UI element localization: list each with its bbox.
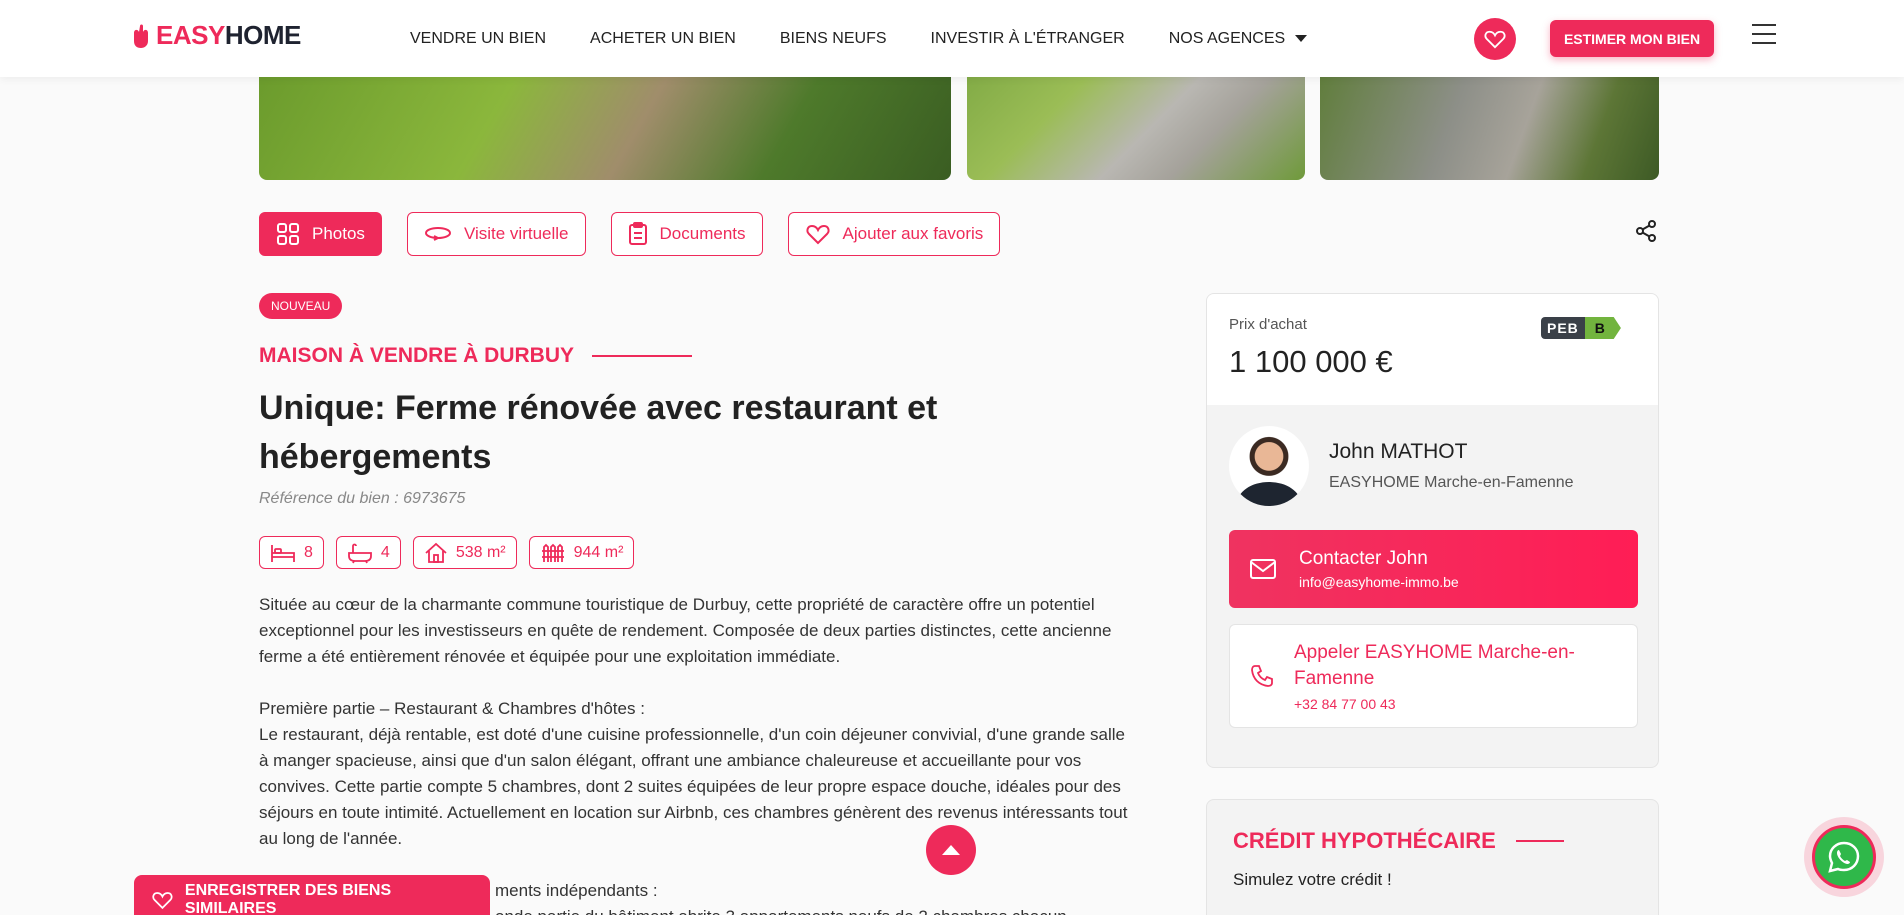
save-similar-button[interactable]: ENREGISTRER DES BIENS SIMILAIRES [134, 875, 490, 915]
property-photo-garden[interactable] [1320, 60, 1659, 180]
whatsapp-button[interactable] [1804, 817, 1884, 897]
property-photo-aerial[interactable] [967, 60, 1305, 180]
save-similar-label: ENREGISTRER DES BIENS SIMILAIRES [184, 882, 392, 915]
chevron-down-icon [1295, 35, 1308, 42]
add-favorite-button[interactable]: Ajouter aux favoris [787, 212, 1001, 256]
heart-icon [1484, 30, 1506, 49]
nav-agences-dropdown[interactable]: NOS AGENCES [1169, 30, 1308, 48]
bed-icon [271, 544, 295, 562]
bathtub-icon [348, 543, 372, 563]
documents-button[interactable]: Documents [610, 212, 763, 256]
contact-email: info@easyhome-immo.be [1299, 574, 1459, 590]
mortgage-title: CRÉDIT HYPOTHÉCAIRE [1233, 828, 1564, 854]
property-photo-main[interactable] [259, 60, 951, 180]
virtual-tour-button[interactable]: Visite virtuelle [406, 212, 586, 256]
logo-hand-icon [134, 24, 148, 48]
price-label: Prix d'achat [1229, 316, 1307, 333]
arrow-up-icon [942, 845, 960, 855]
listing-features: 8 4 538 m² 944 m² [259, 536, 635, 569]
mortgage-subtitle: Simulez votre crédit ! [1233, 870, 1392, 889]
new-badge: NOUVEAU [259, 293, 343, 319]
heart-icon [152, 892, 173, 910]
listing-reference: Référence du bien : 6973675 [259, 490, 466, 507]
description-paragraph-restaurant: Le restaurant, déjà rentable, est doté d… [259, 725, 1128, 848]
documents-label: Documents [659, 224, 746, 243]
peb-badge: PEB B [1541, 317, 1621, 339]
peb-class: B [1584, 317, 1621, 339]
price-section: Prix d'achat 1 100 000 € PEB B [1207, 294, 1658, 405]
nav-investir[interactable]: INVESTIR À L'ÉTRANGER [931, 30, 1125, 48]
agent-info: John MATHOT EASYHOME Marche-en-Famenne [1229, 426, 1574, 506]
nav-acheter[interactable]: ACHETER UN BIEN [590, 30, 736, 48]
phone-icon [1251, 665, 1273, 687]
site-header: EASY HOME VENDRE UN BIEN ACHETER UN BIEN … [0, 0, 1904, 77]
mail-icon [1250, 559, 1276, 579]
nav-agences[interactable]: NOS AGENCES [1169, 30, 1285, 48]
listing-subtitle-text: MAISON À VENDRE À DURBUY [259, 344, 575, 367]
agent-name: John MATHOT [1329, 440, 1468, 463]
description-paragraph-intro: Située au cœur de la charmante commune t… [259, 595, 1112, 666]
photos-button[interactable]: Photos [259, 212, 382, 256]
living-area-value: 538 m² [455, 543, 506, 561]
agent-agency: EASYHOME Marche-en-Famenne [1329, 474, 1574, 491]
fence-icon [541, 543, 564, 562]
virtual-tour-label: Visite virtuelle [463, 224, 569, 243]
contact-title: Contacter John [1299, 548, 1428, 569]
listing-description: Située au cœur de la charmante commune t… [259, 592, 1139, 915]
share-icon[interactable] [1634, 219, 1658, 247]
photos-label: Photos [312, 224, 365, 243]
grid-icon [277, 223, 299, 245]
subtitle-divider [592, 355, 693, 357]
feature-bathrooms: 4 [335, 536, 401, 569]
main-nav: VENDRE UN BIEN ACHETER UN BIEN BIENS NEU… [410, 0, 1308, 77]
call-agency-button[interactable]: Appeler EASYHOME Marche-en-Famenne +32 8… [1229, 624, 1638, 728]
nav-vendre[interactable]: VENDRE UN BIEN [410, 30, 546, 48]
estimate-button[interactable]: ESTIMER MON BIEN [1550, 20, 1714, 57]
listing-actions: Photos Visite virtuelle Documents Ajoute… [259, 212, 1001, 256]
bedrooms-count: 8 [304, 543, 313, 561]
scroll-to-top-button[interactable] [926, 825, 976, 875]
agent-avatar [1229, 426, 1309, 506]
call-title: Appeler EASYHOME Marche-en-Famenne [1294, 642, 1575, 689]
easyhome-logo[interactable]: EASY HOME [130, 20, 301, 51]
house-icon [425, 542, 447, 563]
add-favorite-label: Ajouter aux favoris [842, 224, 984, 243]
favorites-button[interactable] [1474, 18, 1516, 60]
contact-agent-button[interactable]: Contacter John info@easyhome-immo.be [1229, 530, 1638, 608]
logo-home-text: HOME [224, 20, 302, 50]
price-agent-card: Prix d'achat 1 100 000 € PEB B John MATH… [1206, 293, 1659, 768]
feature-land-area: 944 m² [528, 536, 635, 569]
mortgage-card: CRÉDIT HYPOTHÉCAIRE Simulez votre crédit… [1206, 799, 1659, 915]
description-section-1-title: Première partie – Restaurant & Chambres … [259, 699, 645, 718]
bathrooms-count: 4 [380, 543, 390, 561]
mortgage-title-divider [1515, 840, 1564, 842]
feature-bedrooms: 8 [259, 536, 324, 569]
menu-icon[interactable] [1752, 24, 1776, 44]
feature-living-area: 538 m² [412, 536, 517, 569]
nav-biens-neufs[interactable]: BIENS NEUFS [780, 30, 887, 48]
whatsapp-icon [1828, 841, 1860, 873]
mortgage-title-text: CRÉDIT HYPOTHÉCAIRE [1233, 828, 1496, 853]
heart-icon [805, 224, 830, 245]
price-value: 1 100 000 € [1229, 344, 1393, 379]
listing-subtitle: MAISON À VENDRE À DURBUY [259, 344, 693, 368]
listing-title: Unique: Ferme rénovée avec restaurant et… [259, 389, 938, 476]
rotate-360-icon [424, 227, 451, 241]
logo-easy-text: EASY [156, 20, 225, 50]
peb-label: PEB [1541, 317, 1585, 339]
land-area-value: 944 m² [573, 543, 624, 561]
call-phone: +32 84 77 00 43 [1294, 696, 1396, 712]
clipboard-icon [628, 222, 647, 245]
